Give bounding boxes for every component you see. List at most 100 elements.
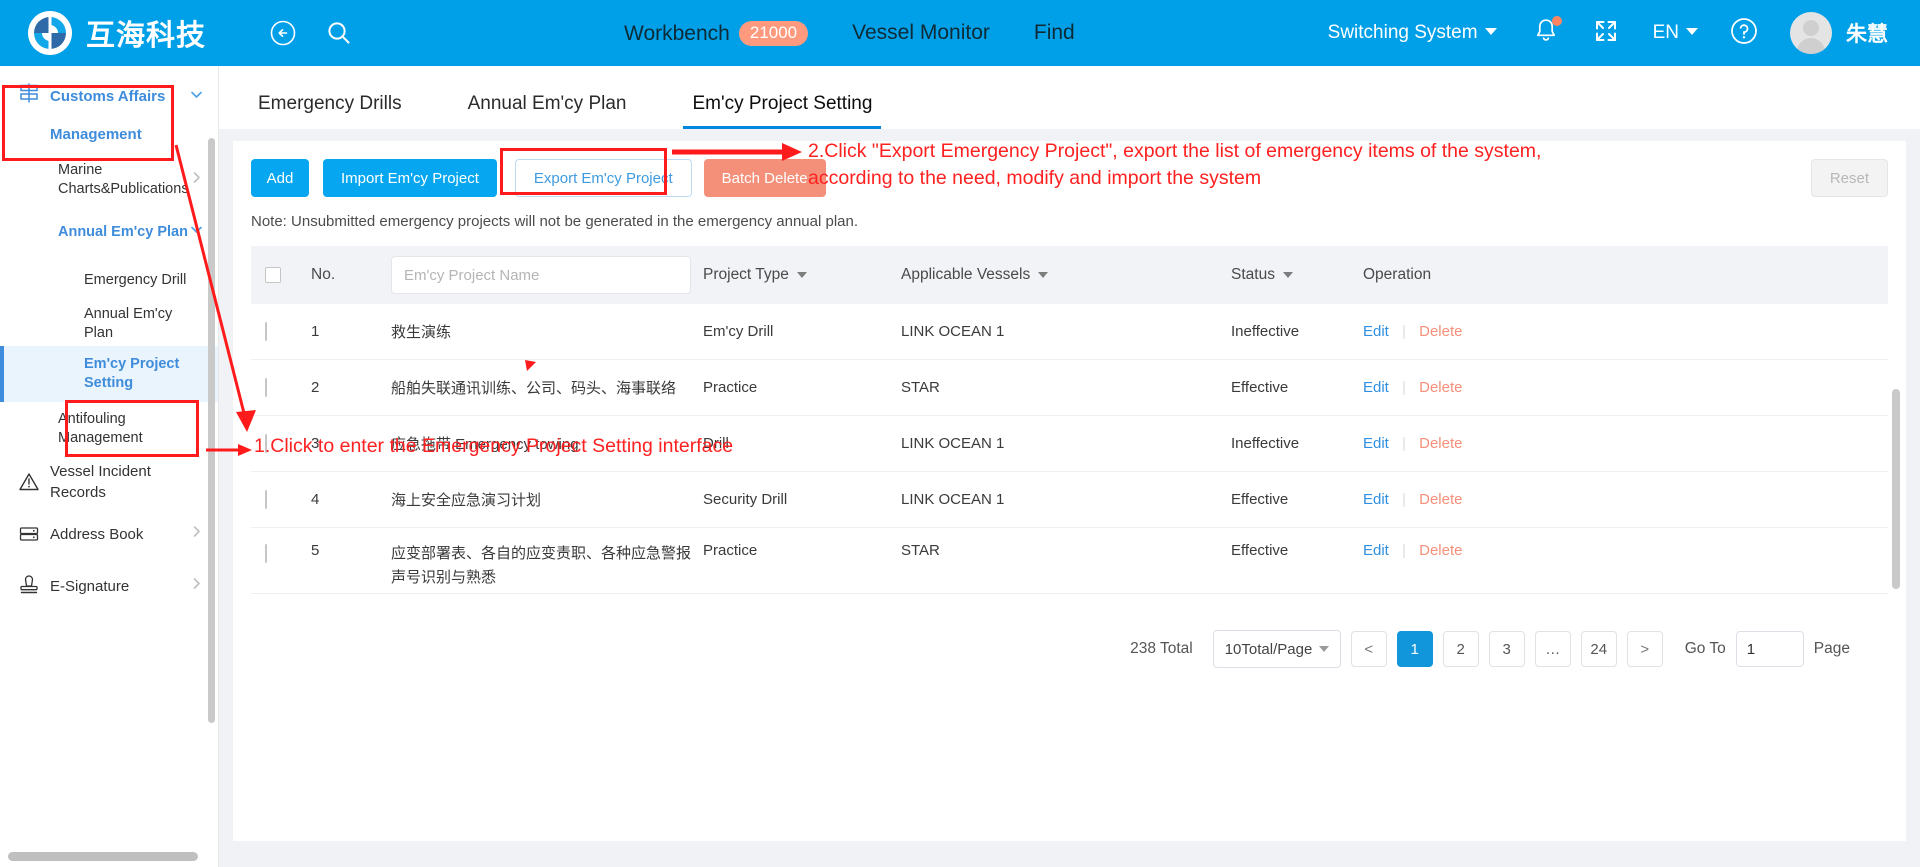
content-panel: Add Import Em'cy Project Export Em'cy Pr…: [233, 141, 1906, 841]
header-name-filter: [391, 256, 703, 294]
sidebar-item-marine-charts-publications[interactable]: Marine Charts&Publications: [0, 154, 218, 206]
next-page-button[interactable]: >: [1626, 631, 1663, 667]
switching-system-dropdown[interactable]: Switching System: [1328, 22, 1497, 44]
chevron-down-icon: [1686, 28, 1698, 35]
cell-operation: Edit | Delete: [1363, 323, 1874, 340]
avatar[interactable]: [1790, 12, 1832, 54]
user-name[interactable]: 朱慧: [1846, 18, 1888, 48]
header-no: No.: [311, 266, 336, 283]
sidebar-item-e-signature[interactable]: E-Signature: [0, 560, 218, 612]
sidebar-item-annual-emcy-plan[interactable]: Annual Em'cy Plan: [0, 206, 218, 258]
page-size-label: 10Total/Page: [1224, 640, 1313, 658]
row-checkbox[interactable]: [265, 322, 267, 341]
emcy-project-name-input[interactable]: [391, 256, 691, 294]
sidebar-item-emergency-drill[interactable]: Emergency Drill: [0, 258, 218, 302]
tab-emcy-project-setting[interactable]: Em'cy Project Setting: [683, 93, 882, 129]
company-logo-icon: [28, 11, 72, 55]
sidebar: Customs Affairs Management Marine Charts…: [0, 66, 219, 867]
edit-link[interactable]: Edit: [1363, 491, 1389, 508]
cell-operation: Edit | Delete: [1363, 542, 1874, 559]
prev-page-button[interactable]: <: [1350, 631, 1387, 667]
language-selector[interactable]: EN: [1653, 22, 1698, 44]
tab-emergency-drills[interactable]: Emergency Drills: [249, 93, 411, 129]
add-button[interactable]: Add: [251, 159, 309, 197]
nav-workbench[interactable]: Workbench 21000: [624, 20, 809, 46]
cell-vessel: LINK OCEAN 1: [901, 435, 1005, 452]
chevron-down-icon: [1484, 28, 1497, 35]
row-checkbox[interactable]: [265, 544, 267, 563]
reset-button[interactable]: Reset: [1810, 159, 1888, 197]
fullscreen-icon[interactable]: [1593, 18, 1619, 49]
row-checkbox-cell: [265, 542, 311, 563]
sidebar-item-annual-emcy-plan-sub[interactable]: Annual Em'cy Plan: [0, 302, 218, 346]
cell-status: Effective: [1231, 542, 1289, 559]
main-content: Emergency Drills Annual Em'cy Plan Em'cy…: [219, 66, 1920, 867]
operation-separator: |: [1402, 323, 1406, 340]
brand: 互海科技: [28, 11, 206, 55]
table-vertical-scrollbar[interactable]: [1892, 389, 1900, 589]
header-status-label: Status: [1231, 266, 1275, 283]
page-button-2[interactable]: 2: [1442, 631, 1479, 667]
avatar-head: [1803, 20, 1819, 36]
sidebar-item-vessel-incident-records[interactable]: Vessel Incident Records: [0, 456, 218, 508]
sidebar-item-customs-affairs-management[interactable]: Customs Affairs Management: [0, 66, 218, 154]
page-ellipsis[interactable]: …: [1534, 631, 1571, 667]
delete-link[interactable]: Delete: [1419, 435, 1462, 452]
back-arrow-icon[interactable]: [266, 16, 300, 50]
sidebar-vertical-scrollbar[interactable]: [208, 138, 215, 723]
goto-page-input[interactable]: [1735, 631, 1804, 667]
toolbar: Add Import Em'cy Project Export Em'cy Pr…: [233, 141, 1906, 197]
sidebar-horizontal-scrollbar[interactable]: [8, 852, 198, 861]
page-button-1[interactable]: 1: [1396, 631, 1433, 667]
table-row: 4 海上安全应急演习计划 Security Drill LINK OCEAN 1…: [251, 472, 1888, 528]
delete-link[interactable]: Delete: [1419, 323, 1462, 340]
cell-name: 应急拖带 Emergency towing: [391, 436, 579, 453]
cell-name: 救生演练: [391, 324, 452, 341]
header-applicable-vessels-label: Applicable Vessels: [901, 266, 1031, 283]
edit-link[interactable]: Edit: [1363, 323, 1389, 340]
language-label: EN: [1652, 22, 1679, 43]
import-emcy-project-button[interactable]: Import Em'cy Project: [323, 159, 497, 197]
nav-vessel-monitor[interactable]: Vessel Monitor: [852, 21, 990, 45]
edit-link[interactable]: Edit: [1363, 379, 1389, 396]
sidebar-item-label: Emergency Drill: [84, 271, 187, 288]
nav-find[interactable]: Find: [1034, 21, 1075, 45]
row-checkbox[interactable]: [265, 434, 267, 453]
row-checkbox[interactable]: [265, 490, 267, 509]
cell-status: Effective: [1231, 379, 1289, 396]
tab-annual-emcy-plan[interactable]: Annual Em'cy Plan: [459, 93, 636, 129]
row-checkbox-cell: [265, 434, 311, 453]
delete-link[interactable]: Delete: [1419, 379, 1462, 396]
sidebar-item-label: Customs Affairs Management: [50, 88, 166, 143]
warning-triangle-icon: [16, 471, 42, 493]
batch-delete-button[interactable]: Batch Delete: [703, 159, 826, 197]
export-emcy-project-button[interactable]: Export Em'cy Project: [514, 159, 692, 197]
cell-type: Em'cy Drill: [703, 323, 774, 340]
sidebar-item-label: Em'cy Project Setting: [84, 356, 180, 391]
sidebar-item-emcy-project-setting[interactable]: Em'cy Project Setting: [0, 346, 218, 402]
page-button-24[interactable]: 24: [1580, 631, 1617, 667]
operation-separator: |: [1402, 542, 1406, 559]
sidebar-item-antifouling-management[interactable]: Antifouling Management: [0, 402, 218, 456]
delete-link[interactable]: Delete: [1419, 491, 1462, 508]
pagination: 238 Total 10Total/Page < 1 2 3 … 24 > Go…: [233, 594, 1906, 668]
edit-link[interactable]: Edit: [1363, 542, 1389, 559]
header-status[interactable]: Status: [1231, 266, 1363, 284]
emcy-project-table: No. Project Type Applicable Vessels Stat…: [251, 246, 1888, 594]
row-checkbox-cell: [265, 322, 311, 341]
search-icon[interactable]: [322, 16, 356, 50]
sidebar-item-label: Annual Em'cy Plan: [84, 306, 173, 341]
delete-link[interactable]: Delete: [1419, 542, 1462, 559]
header-applicable-vessels[interactable]: Applicable Vessels: [901, 266, 1231, 284]
notifications-button[interactable]: [1533, 16, 1562, 49]
select-all-checkbox[interactable]: [265, 267, 281, 283]
sidebar-item-label: Address Book: [50, 525, 144, 543]
row-checkbox[interactable]: [265, 378, 267, 397]
help-icon[interactable]: [1730, 17, 1758, 50]
edit-link[interactable]: Edit: [1363, 435, 1389, 452]
sidebar-item-address-book[interactable]: Address Book: [0, 508, 218, 560]
header-project-type[interactable]: Project Type: [703, 266, 901, 284]
page-button-3[interactable]: 3: [1488, 631, 1525, 667]
page-size-select[interactable]: 10Total/Page: [1212, 630, 1341, 668]
tab-bar: Emergency Drills Annual Em'cy Plan Em'cy…: [219, 66, 1920, 129]
